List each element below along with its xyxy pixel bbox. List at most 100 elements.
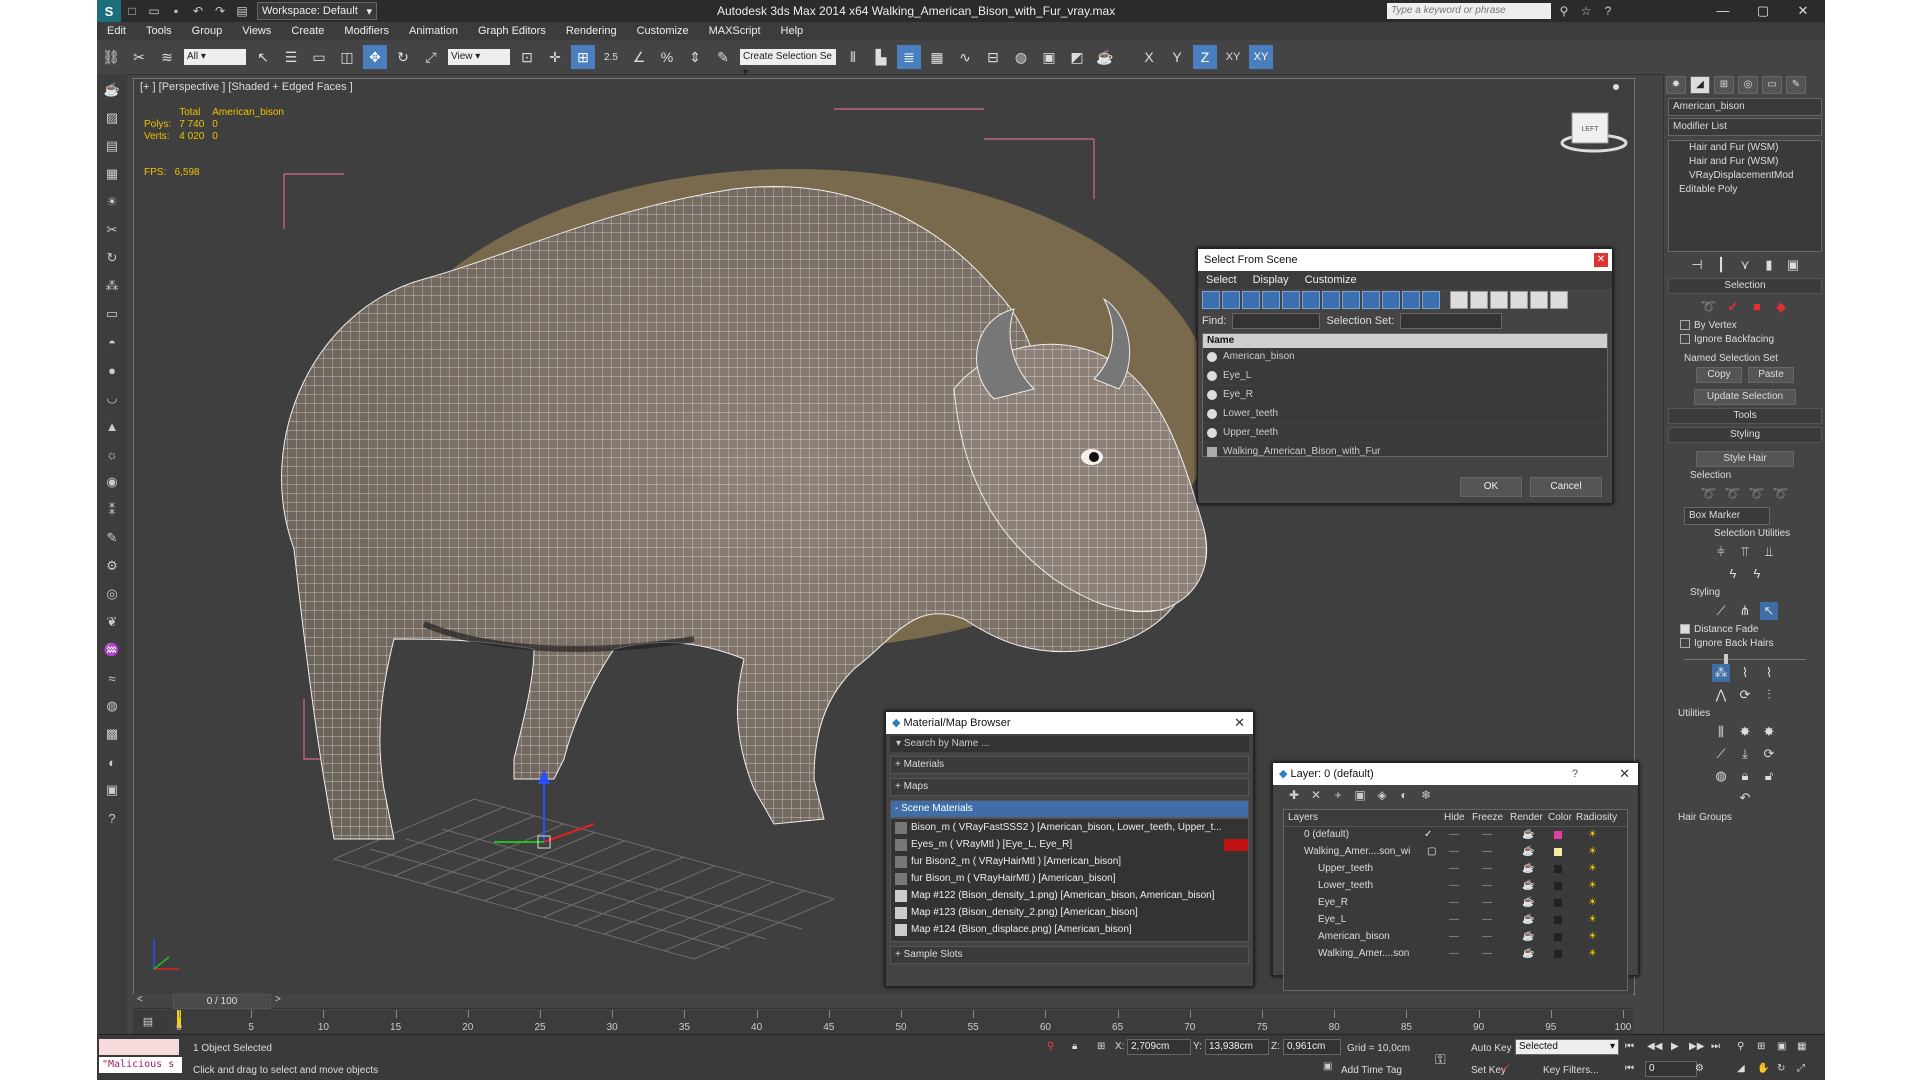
table-row[interactable]: American_bison — — ☕ ☀ (1284, 929, 1627, 946)
graphite-ribbon-icon[interactable]: ▦ (925, 45, 949, 69)
hide-toggle[interactable]: — (1449, 914, 1459, 925)
tools-rollout[interactable]: Tools (1668, 408, 1822, 424)
list-item[interactable]: Eyes_m ( VRayMtl ) [Eye_L, Eye_R] (891, 836, 1248, 853)
add-to-layer-icon[interactable]: + (1330, 787, 1346, 803)
radiosity-icon[interactable]: ☀ (1588, 829, 1597, 840)
prev-frame-icon[interactable]: < (137, 994, 143, 1005)
paste-button[interactable]: Paste (1748, 367, 1794, 383)
rectangular-selection-icon[interactable]: ▭ (307, 45, 331, 69)
modifier-item[interactable]: Editable Poly (1669, 183, 1821, 197)
filter-xrefs-icon[interactable] (1342, 291, 1360, 309)
list-item[interactable]: Eye_L (1203, 367, 1607, 386)
render-teapot-icon[interactable]: ☕ (1522, 914, 1534, 925)
expand-selection-icon[interactable]: ⫫ (1760, 543, 1778, 561)
selection-rollout[interactable]: Selection (1668, 278, 1822, 294)
radiosity-icon[interactable]: ☀ (1588, 914, 1597, 925)
table-row[interactable]: Walking_Amer....son — — ☕ ☀ (1284, 946, 1627, 963)
help-search-input[interactable]: Type a keyword or phrase (1387, 3, 1551, 19)
select-and-move-icon[interactable]: ✥ (363, 45, 387, 69)
snaps-toggle-icon[interactable]: 2.5 (599, 45, 623, 69)
freeze-toggle[interactable]: — (1482, 914, 1492, 925)
sfs-menu-customize[interactable]: Customize (1305, 274, 1357, 286)
selection-lock-icon[interactable]: 🔒︎ (1072, 1041, 1077, 1052)
zoom-all-icon[interactable]: ⊞ (1757, 1041, 1765, 1052)
freeze-all-layers-icon[interactable]: ❄ (1418, 787, 1434, 803)
menu-graph-editors[interactable]: Graph Editors (478, 25, 546, 37)
bowl-icon[interactable]: ◡ (101, 387, 123, 409)
hide-toggle[interactable]: — (1449, 846, 1459, 857)
current-frame-field[interactable]: 0 (1645, 1061, 1697, 1077)
layer-color-swatch[interactable] (1554, 916, 1562, 924)
select-from-scene-title-bar[interactable]: Select From Scene ✕ (1198, 249, 1612, 271)
table-row[interactable]: Eye_R — — ☕ ☀ (1284, 895, 1627, 912)
show-hidden-icon[interactable]: ϟ (1748, 565, 1766, 583)
maximize-viewport-icon[interactable]: ⤢ (1797, 1063, 1805, 1074)
configure-sets-icon[interactable]: ▣ (1784, 256, 1802, 274)
ignore-backfacing-checkbox[interactable]: Ignore Backfacing (1680, 334, 1825, 345)
app-logo-icon[interactable]: S (97, 0, 121, 22)
col-render[interactable]: Render (1510, 812, 1543, 823)
modifier-item[interactable]: Hair and Fur (WSM) (1669, 155, 1821, 169)
cone-icon[interactable]: ▲ (101, 415, 123, 437)
radiosity-icon[interactable]: ☀ (1588, 931, 1597, 942)
axis-x-button[interactable]: X (1137, 45, 1161, 69)
select-all-icon[interactable] (1450, 291, 1468, 309)
zoom-icon[interactable]: ⚲ (1737, 1041, 1744, 1052)
table-row[interactable]: Walking_Amer....son_wi ▢ — — ☕ ☀ (1284, 844, 1627, 861)
close-icon[interactable]: ✕ (1619, 763, 1630, 785)
filter-helpers-icon[interactable] (1282, 291, 1300, 309)
network-icon[interactable]: ⚙ (101, 555, 123, 577)
utilities-tab-icon[interactable]: ✎ (1786, 76, 1806, 94)
menu-animation[interactable]: Animation (409, 25, 458, 37)
align-icon[interactable]: ▙ (869, 45, 893, 69)
display-tab-icon[interactable]: ▭ (1762, 76, 1782, 94)
curve-editor-icon[interactable]: ∿ (953, 45, 977, 69)
rotate-selection-icon[interactable]: ⫪ (1736, 543, 1754, 561)
menu-create[interactable]: Create (291, 25, 324, 37)
z-coordinate-field[interactable]: 0,961cm (1283, 1039, 1341, 1055)
bind-spacewarp-icon[interactable]: ≋ (155, 45, 179, 69)
hair-polygon-icon[interactable]: ◆ (1772, 298, 1790, 316)
freeze-toggle[interactable]: — (1482, 829, 1492, 840)
pin-stack-icon[interactable]: ⊣ (1688, 256, 1706, 274)
select-hair-icon[interactable]: ➰ (1700, 485, 1718, 503)
style-hair-button[interactable]: Style Hair (1696, 451, 1794, 467)
freeze-toggle[interactable]: — (1482, 863, 1492, 874)
cancel-button[interactable]: Cancel (1530, 477, 1602, 497)
earth-icon[interactable]: ◐ (101, 751, 123, 773)
time-slider[interactable]: < 0 / 100 > (133, 994, 1633, 1009)
freeze-toggle[interactable]: — (1482, 948, 1492, 959)
render-teapot-icon[interactable]: ☕ (1522, 880, 1534, 891)
filter-settings-icon[interactable] (1530, 291, 1548, 309)
layer-color-swatch[interactable] (1554, 865, 1562, 873)
project-folder-icon[interactable]: ▤ (234, 3, 250, 19)
axis-xy-button[interactable]: XY (1221, 45, 1245, 69)
radiosity-icon[interactable]: ☀ (1588, 863, 1597, 874)
axis-y-button[interactable]: Y (1165, 45, 1189, 69)
globe-icon[interactable]: ◎ (101, 583, 123, 605)
hair-groups-label[interactable]: Hair Groups (1668, 811, 1822, 825)
grid-icon[interactable]: ▦ (101, 163, 123, 185)
delete-layer-icon[interactable]: ✕ (1308, 787, 1324, 803)
close-window-button[interactable]: ✕ (1783, 0, 1823, 22)
close-icon[interactable]: ✕ (1234, 712, 1245, 734)
sample-slots-rollout[interactable]: + Sample Slots (890, 946, 1249, 964)
key-mode-toggle-icon[interactable]: ⏮ (1625, 1063, 1634, 1074)
filter-groups-icon[interactable] (1322, 291, 1340, 309)
layer-manager-icon[interactable]: ≣ (897, 45, 921, 69)
pop-selected-icon[interactable]: ✸ (1736, 723, 1754, 741)
teapot-icon[interactable]: ☕ (101, 79, 123, 101)
remove-modifier-icon[interactable]: ▮ (1760, 256, 1778, 274)
scissors-icon[interactable]: ✂ (101, 219, 123, 241)
select-and-scale-icon[interactable]: ⤢ (419, 45, 443, 69)
key-filters-button[interactable]: Key Filters... (1543, 1065, 1599, 1076)
window-crossing-icon[interactable]: ◫ (335, 45, 359, 69)
select-manipulate-icon[interactable]: ✛ (543, 45, 567, 69)
show-end-result-icon[interactable]: ┃ (1712, 256, 1730, 274)
sfs-menu-display[interactable]: Display (1253, 274, 1289, 286)
select-in-layer-icon[interactable]: ▣ (1352, 787, 1368, 803)
menu-customize[interactable]: Customize (637, 25, 689, 37)
filter-spacewarps-icon[interactable] (1302, 291, 1320, 309)
radiosity-icon[interactable]: ☀ (1588, 880, 1597, 891)
freeze-toggle[interactable]: — (1482, 897, 1492, 908)
